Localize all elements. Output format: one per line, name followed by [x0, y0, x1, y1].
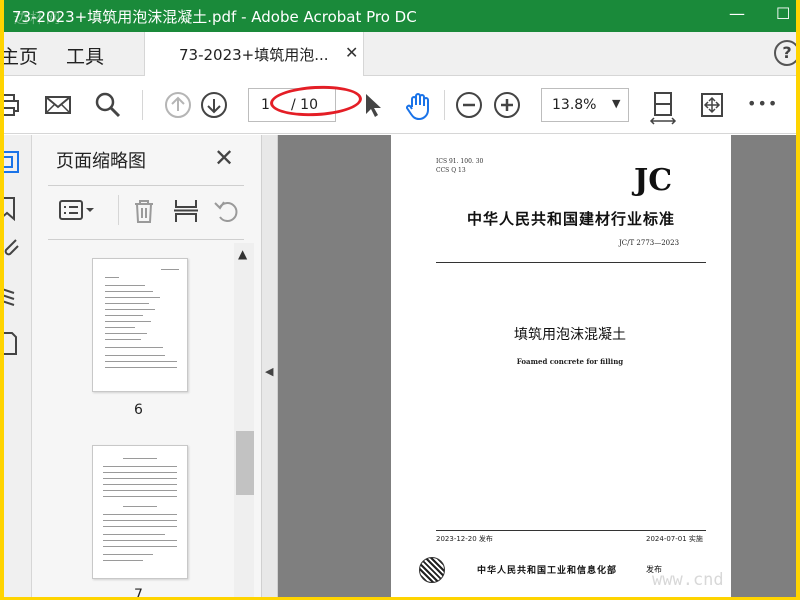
- hand-tool-icon[interactable]: [404, 91, 432, 121]
- page-thumbnails-icon[interactable]: [4, 149, 24, 175]
- rotate-page-icon[interactable]: [212, 197, 240, 225]
- panel-title: 页面缩略图: [56, 151, 146, 172]
- page-thumbnails-panel: 页面缩略图 ✕ 6 7 ▲: [32, 135, 262, 597]
- panel-divider: [48, 239, 244, 240]
- document-properties-icon[interactable]: [4, 330, 24, 356]
- title-rule: [436, 262, 706, 263]
- delete-page-icon[interactable]: [130, 197, 158, 225]
- collapse-arrow-icon: ◀: [265, 365, 274, 378]
- toolbar-separator: [142, 90, 143, 120]
- page-thumbnail[interactable]: [92, 445, 188, 579]
- mail-icon[interactable]: [44, 91, 72, 119]
- thumbnails-scrollbar[interactable]: ▲: [234, 243, 254, 597]
- tab-home[interactable]: 主页: [4, 42, 38, 69]
- tab-document[interactable]: 73-2023+填筑用泡... ✕: [144, 32, 364, 76]
- panel-divider: [48, 185, 244, 186]
- more-tools-icon[interactable]: •••: [747, 94, 778, 113]
- select-cursor-icon[interactable]: [359, 91, 387, 119]
- issuer-name: 中华人民共和国工业和信息化部: [477, 566, 618, 576]
- extract-page-icon[interactable]: [172, 197, 200, 225]
- document-title-cn: 填筑用泡沫混凝土: [514, 327, 626, 343]
- title-bar: 73-2023+填筑用泡沫混凝土.pdf - Adobe Acrobat Pro…: [4, 0, 796, 32]
- publish-date: 2023-12-20 发布: [436, 535, 493, 543]
- scroll-up-icon[interactable]: ▲: [238, 247, 247, 261]
- document-viewport[interactable]: ICS 91. 100. 30 CCS Q 13 JC 中华人民共和国建材行业标…: [278, 135, 796, 597]
- thumbnail-page-number: 6: [134, 402, 143, 418]
- pdf-page: ICS 91. 100. 30 CCS Q 13 JC 中华人民共和国建材行业标…: [391, 135, 731, 597]
- panel-close-icon[interactable]: ✕: [214, 144, 234, 172]
- standard-title: 中华人民共和国建材行业标准: [466, 210, 675, 228]
- zoom-level-value: 13.8%: [552, 97, 597, 113]
- ics-line: ICS 91. 100. 30: [436, 158, 484, 165]
- panel-separator: [118, 195, 119, 225]
- tab-tools[interactable]: 工具: [66, 42, 104, 69]
- previous-page-icon[interactable]: [164, 91, 192, 119]
- current-page-input[interactable]: 1: [261, 97, 270, 113]
- minimize-button[interactable]: —: [729, 4, 745, 23]
- page-thumbnail[interactable]: [92, 258, 188, 392]
- panel-collapse-handle[interactable]: ◀: [262, 135, 278, 597]
- tab-bar: 主页 工具 73-2023+填筑用泡... ✕ ?: [4, 32, 796, 76]
- implement-date: 2024-07-01 实施: [646, 535, 703, 543]
- zoom-level-select[interactable]: 13.8% ▼: [541, 88, 629, 122]
- window-title: 73-2023+填筑用泡沫混凝土.pdf - Adobe Acrobat Pro…: [12, 8, 417, 26]
- full-screen-icon[interactable]: [698, 91, 726, 119]
- watermark-top: 边杯网: [14, 11, 62, 27]
- ics-code: ICS 91. 100. 30 CCS Q 13: [436, 157, 483, 175]
- search-icon[interactable]: [94, 91, 122, 119]
- fit-page-icon[interactable]: [649, 91, 677, 125]
- thumbnail-options-icon[interactable]: [58, 197, 94, 225]
- thumbnail-page-number: 7: [134, 587, 143, 597]
- print-icon[interactable]: [4, 91, 22, 119]
- qr-code-icon: [419, 557, 445, 583]
- document-title-en: Foamed concrete for filling: [516, 357, 624, 366]
- layers-icon[interactable]: [4, 283, 24, 309]
- main-toolbar: 1 / 10 13.8% ▼ •••: [4, 76, 796, 134]
- standard-code: JC/T 2773—2023: [619, 239, 680, 247]
- document-tab-label: 73-2023+填筑用泡...: [179, 46, 329, 64]
- zoom-in-icon[interactable]: [493, 91, 521, 119]
- next-page-icon[interactable]: [200, 91, 228, 119]
- maximize-button[interactable]: ☐: [776, 4, 790, 23]
- help-button[interactable]: ?: [774, 40, 796, 66]
- app-window: 73-2023+填筑用泡沫混凝土.pdf - Adobe Acrobat Pro…: [4, 0, 796, 597]
- document-tab-close-icon[interactable]: ✕: [345, 43, 358, 62]
- ccs-line: CCS Q 13: [436, 167, 466, 174]
- scrollbar-thumb[interactable]: [236, 431, 254, 495]
- attachment-icon[interactable]: [4, 235, 24, 261]
- footer-rule: [436, 530, 706, 531]
- left-nav-rail: [4, 135, 32, 597]
- toolbar-separator: [444, 90, 445, 120]
- zoom-out-icon[interactable]: [455, 91, 483, 119]
- bookmark-icon[interactable]: [4, 195, 24, 221]
- org-mark: JC: [634, 163, 673, 198]
- watermark-bottom: www.cnd: [652, 570, 724, 590]
- chevron-down-icon: ▼: [612, 97, 621, 110]
